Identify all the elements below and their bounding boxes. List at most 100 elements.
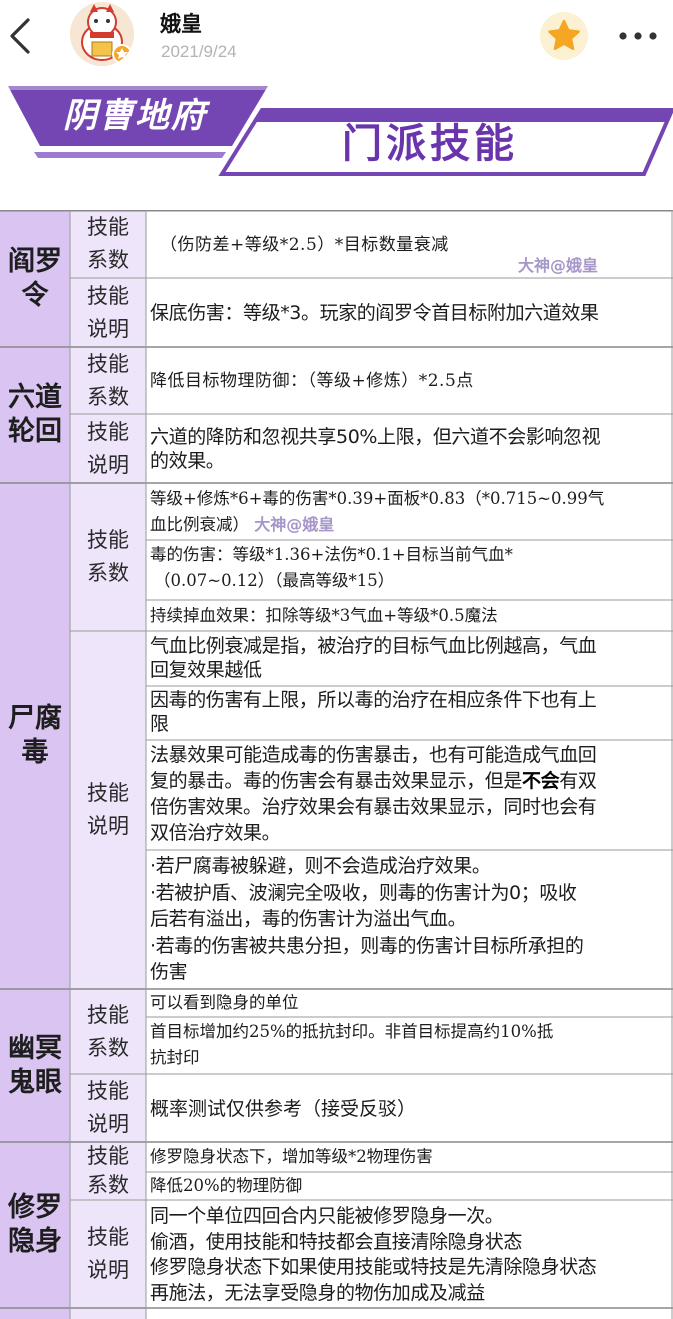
skill-name-line1: 六道	[8, 382, 62, 413]
description-line: 双倍治疗效果。	[150, 822, 281, 844]
description-line: 偷酒，使用技能和特技都会直接清除隐身状态	[150, 1230, 523, 1253]
description-line: 同一个单位四回合内只能被修罗隐身一次。	[150, 1205, 504, 1227]
skill-description: 同一个单位四回合内只能被修罗隐身一次。 偷酒，使用技能和特技都会直接清除隐身状态…	[146, 1204, 673, 1308]
description-line: 伤害	[150, 961, 188, 983]
label-line1: 技能	[87, 351, 129, 376]
chevron-left-icon	[10, 18, 30, 54]
skill-name-line2: 令	[21, 279, 49, 311]
skill-name-line1: 幽冥	[8, 1032, 62, 1064]
more-options-button[interactable]	[614, 26, 662, 46]
description-label: 技能 说明	[70, 1200, 146, 1308]
label-line2: 说明	[87, 1112, 129, 1136]
skill-name-line2: 轮回	[8, 416, 62, 447]
skill-name-line2: 隐身	[8, 1226, 62, 1257]
section-banner: 阴曹地府 门派技能	[0, 78, 673, 182]
label-line1: 技能	[87, 1079, 129, 1103]
skill-description: ·若尸腐毒被躲避，则不会造成治疗效果。 ·若被护盾、波澜完全吸收，则毒的伤害计为…	[146, 853, 673, 989]
description-line: 再施法，无法享受隐身的物伤加成及减益	[150, 1281, 485, 1304]
label-line1: 技能	[87, 781, 129, 805]
description-line: ·若毒的伤害被共患分担，则毒的伤害计目标所承担的	[150, 934, 584, 957]
favorite-button[interactable]	[540, 12, 588, 60]
skill-description: 气血比例衰减是指，被治疗的目标气血比例越高，气血 回复效果越低	[146, 634, 673, 686]
description-line: 后若有溢出，毒的伤害计为溢出气血。	[150, 908, 467, 930]
coefficient-label: 技能 系数	[70, 210, 146, 278]
skill-description: 概率测试仅供参考（接受反驳）	[150, 1098, 417, 1120]
top-bar: 娥皇 2021/9/24	[0, 0, 673, 76]
coefficient-line: 血比例衰减） 大神@娥皇	[150, 512, 669, 538]
skill-name-youmingguiyan: 幽冥 鬼眼	[0, 989, 70, 1142]
skill-name-line2: 鬼眼	[8, 1066, 62, 1098]
coefficient-label: 技能 系数	[70, 1142, 146, 1200]
label-line2: 说明	[87, 452, 129, 477]
label-line1: 技能	[87, 1144, 129, 1168]
skills-table: 阎罗 令 技能 系数 （伤防差+等级*2.5）*目标数量衰减 大神@娥皇 技能 …	[0, 210, 673, 1319]
description-line: 气血比例衰减是指，被治疗的目标气血比例越高，气血	[150, 635, 597, 657]
star-icon	[548, 19, 580, 51]
label-line1: 技能	[87, 419, 129, 444]
label-line1: 技能	[87, 528, 129, 552]
skill-name-line2: 毒	[21, 737, 49, 768]
skill-name-shifudu: 尸腐 毒	[0, 483, 70, 989]
back-button[interactable]	[6, 16, 38, 56]
label-line2: 说明	[87, 814, 129, 838]
skill-coefficient: 首目标增加约25%的抵抗封印。非首目标提高约10%抵 抗封印	[146, 1019, 673, 1074]
description-line: 的效果。	[150, 450, 225, 472]
skill-description: 六道的降防和忽视共享50%上限，但六道不会影响忽视 的效果。	[146, 425, 673, 477]
label-line1: 技能	[87, 1002, 129, 1027]
skill-coefficient: 持续掉血效果：扣除等级*3气血+等级*0.5魔法	[150, 606, 498, 625]
skill-coefficient: 修罗隐身状态下，增加等级*2物理伤害	[150, 1147, 433, 1166]
label-line2: 系数	[87, 248, 129, 272]
skill-name-line1: 修罗	[8, 1192, 62, 1223]
skill-coefficient: 毒的伤害：等级*1.36+法伤*0.1+目标当前气血* （0.07~0.12）（…	[146, 542, 673, 600]
label-line2: 系数	[87, 561, 129, 585]
description-line: ·若尸腐毒被躲避，则不会造成治疗效果。	[150, 855, 491, 877]
skill-coefficient: 等级+修炼*6+毒的伤害*0.39+面板*0.83（*0.715~0.99气 血…	[146, 486, 673, 540]
description-line: 回复效果越低	[150, 659, 262, 681]
description-line: 六道的降防和忽视共享50%上限，但六道不会影响忽视	[150, 426, 601, 448]
coefficient-line: （0.07~0.12）（最高等级*15）	[154, 571, 395, 590]
label-line2: 系数	[87, 1173, 129, 1197]
skill-coefficient: 降低目标物理防御：（等级+修炼）*2.5点	[150, 371, 474, 391]
coefficient-line: 首目标增加约25%的抵抗封印。非首目标提高约10%抵	[150, 1022, 554, 1041]
skill-description: 因毒的伤害有上限，所以毒的治疗在相应条件下也有上 限	[146, 688, 673, 740]
description-text: 有双	[559, 770, 597, 792]
description-label: 技能 说明	[70, 414, 146, 483]
label-line1: 技能	[87, 283, 129, 308]
lucky-cat-avatar-icon	[70, 2, 134, 66]
skill-name-line1: 尸腐	[8, 703, 62, 734]
skill-name-line1: 阎罗	[8, 245, 62, 277]
coefficient-line: 抗封印	[150, 1048, 200, 1067]
coefficient-text: 血比例衰减）	[150, 515, 249, 534]
label-line2: 说明	[87, 316, 129, 341]
coefficient-label: 技能 系数	[70, 347, 146, 414]
label-line2: 系数	[87, 1035, 129, 1060]
more-dots-icon	[619, 32, 657, 40]
skill-coefficient: 降低20%的物理防御	[150, 1176, 303, 1195]
coefficient-line: 等级+修炼*6+毒的伤害*0.39+面板*0.83（*0.715~0.99气	[150, 489, 605, 508]
label-line1: 技能	[87, 1225, 129, 1249]
description-label: 技能 说明	[70, 631, 146, 989]
description-label: 技能 说明	[70, 278, 146, 347]
skill-name-yanluoling: 阎罗 令	[0, 210, 70, 347]
description-label: 技能 说明	[70, 1074, 146, 1142]
skill-name-liudaolunhui: 六道 轮回	[0, 347, 70, 483]
description-line: ·若被护盾、波澜完全吸收，则毒的伤害计为0；吸收	[150, 881, 577, 904]
author-name[interactable]: 娥皇	[160, 8, 202, 38]
post-date: 2021/9/24	[161, 42, 237, 61]
label-line2: 说明	[87, 1258, 129, 1282]
description-line: 修罗隐身状态下如果使用技能或特技是先清除隐身状态	[150, 1256, 597, 1278]
avatar[interactable]	[70, 2, 134, 66]
label-line1: 技能	[87, 215, 129, 239]
coefficient-text: （伤防差+等级*2.5）*目标数量衰减	[160, 235, 449, 255]
description-text: 复的暴击。毒的伤害会有暴击效果显示，但是	[150, 770, 523, 792]
label-line2: 系数	[87, 384, 129, 409]
skill-description: 法暴效果可能造成毒的伤害暴击，也有可能造成气血回 复的暴击。毒的伤害会有暴击效果…	[146, 742, 673, 850]
skill-name-xiuluoyinshen: 修罗 隐身	[0, 1142, 70, 1308]
school-name: 阴曹地府	[63, 96, 207, 136]
watermark: 大神@娥皇	[518, 256, 599, 274]
banner-title: 门派技能	[342, 121, 518, 167]
coefficient-label: 技能 系数	[70, 989, 146, 1074]
coefficient-label: 技能 系数	[70, 483, 146, 631]
skill-coefficient: 可以看到隐身的单位	[150, 993, 299, 1012]
emphasis-text: 不会	[522, 770, 560, 792]
